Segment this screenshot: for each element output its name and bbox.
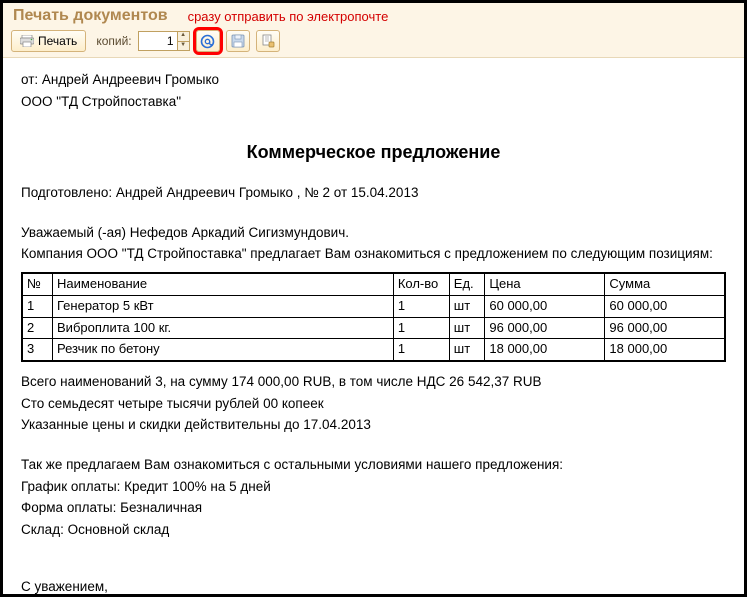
cell-n: 2 <box>22 317 53 339</box>
document-options-icon <box>261 34 275 48</box>
window-title: Печать документов <box>13 7 168 25</box>
at-sign-icon <box>200 34 215 49</box>
document-title: Коммерческое предложение <box>21 139 726 165</box>
copies-spinner[interactable]: ▲ ▼ <box>178 31 190 51</box>
cell-name: Виброплита 100 кг. <box>53 317 394 339</box>
cell-sum: 18 000,00 <box>605 339 725 361</box>
company-line: ООО "ТД Стройпоставка" <box>21 92 726 112</box>
toolbar: Печать копий: ▲ ▼ <box>3 27 744 58</box>
document-content: от: Андрей Андреевич Громыко ООО "ТД Стр… <box>3 58 744 597</box>
copies-label: копий: <box>96 34 131 48</box>
copies-input[interactable] <box>138 31 178 51</box>
intro-line: Компания ООО "ТД Стройпоставка" предлага… <box>21 244 726 264</box>
col-header-unit: Ед. <box>449 273 485 295</box>
print-button-label: Печать <box>38 34 77 48</box>
col-header-n: № <box>22 273 53 295</box>
greeting-line: Уважаемый (-ая) Нефедов Аркадий Сигизмун… <box>21 223 726 243</box>
total-line: Всего наименований 3, на сумму 174 000,0… <box>21 372 726 392</box>
table-header-row: № Наименование Кол-во Ед. Цена Сумма <box>22 273 725 295</box>
cell-sum: 60 000,00 <box>605 295 725 317</box>
annotation-text: сразу отправить по электропочте <box>188 9 389 24</box>
send-email-button[interactable] <box>196 30 220 52</box>
table-row: 3 Резчик по бетону 1 шт 18 000,00 18 000… <box>22 339 725 361</box>
save-button[interactable] <box>226 30 250 52</box>
cell-sum: 96 000,00 <box>605 317 725 339</box>
cell-n: 3 <box>22 339 53 361</box>
schedule-line: График оплаты: Кредит 100% на 5 дней <box>21 477 726 497</box>
col-header-price: Цена <box>485 273 605 295</box>
prepared-line: Подготовлено: Андрей Андреевич Громыко ,… <box>21 183 726 203</box>
closing-line: С уважением, <box>21 577 726 597</box>
cell-n: 1 <box>22 295 53 317</box>
col-header-qty: Кол-во <box>393 273 449 295</box>
cell-name: Генератор 5 кВт <box>53 295 394 317</box>
printer-icon <box>20 35 34 47</box>
payment-line: Форма оплаты: Безналичная <box>21 498 726 518</box>
spinner-down-icon[interactable]: ▼ <box>178 42 189 51</box>
cell-qty: 1 <box>393 317 449 339</box>
valid-line: Указанные цены и скидки действительны до… <box>21 415 726 435</box>
items-table: № Наименование Кол-во Ед. Цена Сумма 1 Г… <box>21 272 726 362</box>
col-header-name: Наименование <box>53 273 394 295</box>
print-button[interactable]: Печать <box>11 30 86 52</box>
cell-price: 60 000,00 <box>485 295 605 317</box>
copies-field: ▲ ▼ <box>138 31 190 51</box>
warehouse-line: Склад: Основной склад <box>21 520 726 540</box>
print-window: Печать документов сразу отправить по эле… <box>0 0 747 597</box>
cell-price: 96 000,00 <box>485 317 605 339</box>
total-words: Сто семьдесят четыре тысячи рублей 00 ко… <box>21 394 726 414</box>
spinner-up-icon[interactable]: ▲ <box>178 32 189 42</box>
cell-unit: шт <box>449 295 485 317</box>
cell-unit: шт <box>449 317 485 339</box>
cell-unit: шт <box>449 339 485 361</box>
cell-qty: 1 <box>393 295 449 317</box>
settings-button[interactable] <box>256 30 280 52</box>
col-header-sum: Сумма <box>605 273 725 295</box>
from-line: от: Андрей Андреевич Громыко <box>21 70 726 90</box>
titlebar: Печать документов сразу отправить по эле… <box>3 3 744 27</box>
table-row: 1 Генератор 5 кВт 1 шт 60 000,00 60 000,… <box>22 295 725 317</box>
cell-name: Резчик по бетону <box>53 339 394 361</box>
table-row: 2 Виброплита 100 кг. 1 шт 96 000,00 96 0… <box>22 317 725 339</box>
cell-price: 18 000,00 <box>485 339 605 361</box>
cell-qty: 1 <box>393 339 449 361</box>
floppy-disk-icon <box>231 34 245 48</box>
conditions-intro: Так же предлагаем Вам ознакомиться с ост… <box>21 455 726 475</box>
